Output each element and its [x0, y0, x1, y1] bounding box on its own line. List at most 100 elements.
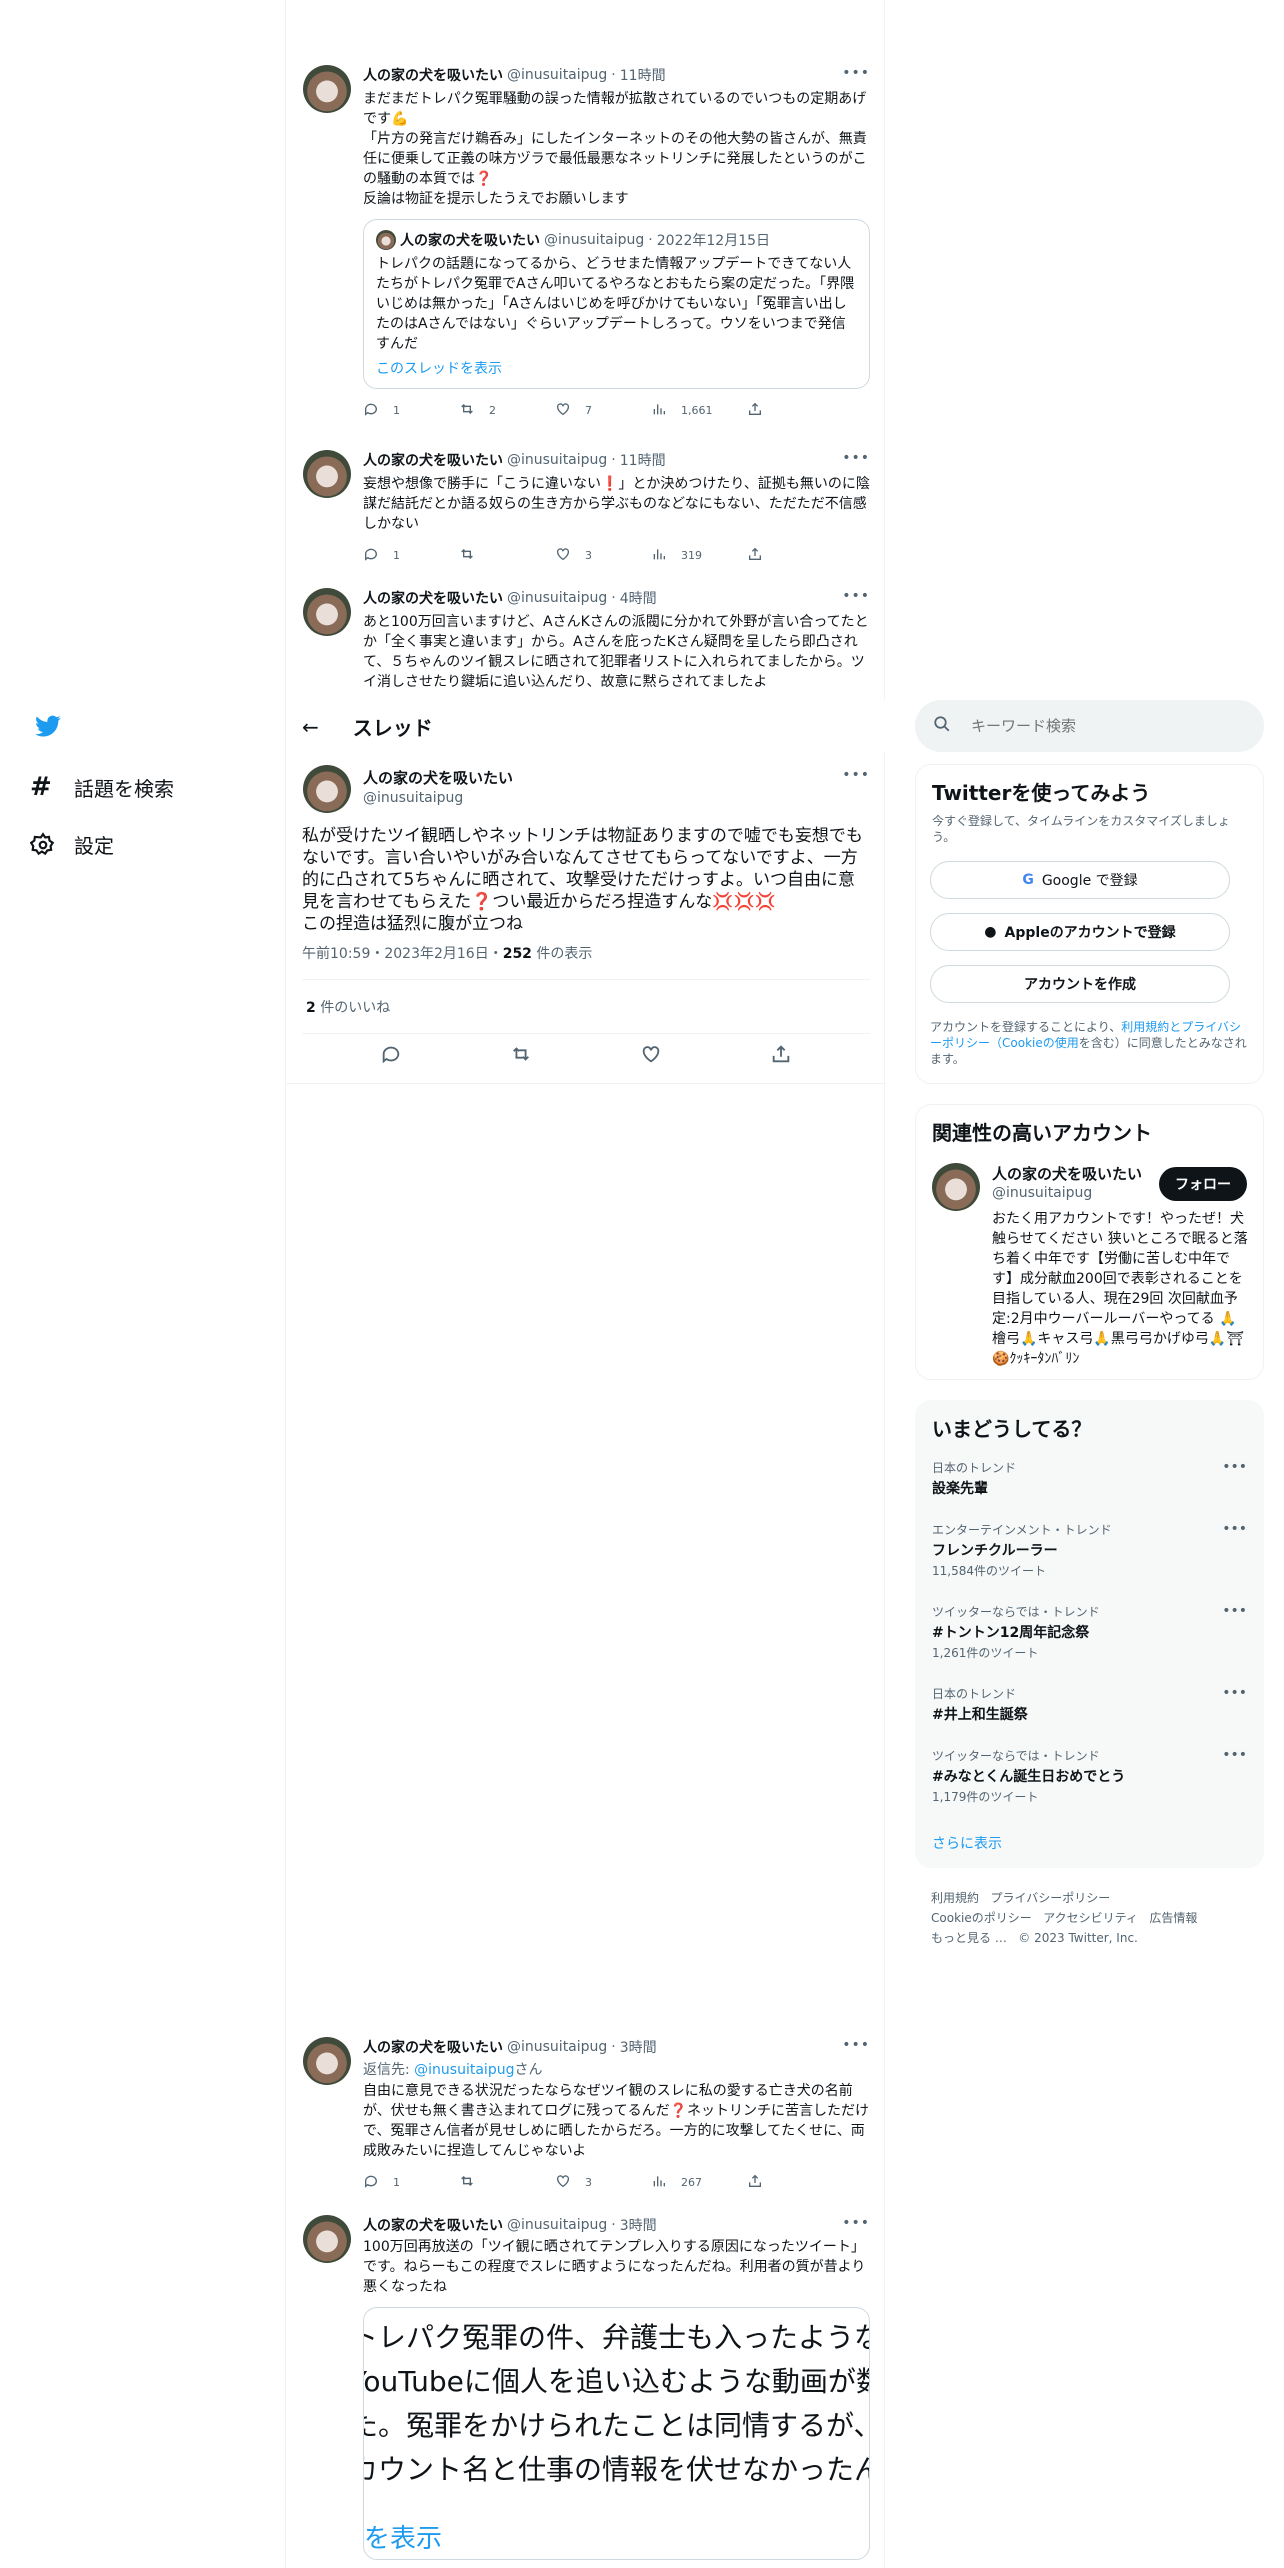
author-handle[interactable]: @inusuitaipug	[507, 590, 607, 606]
footer-privacy-link[interactable]: プライバシーポリシー	[990, 1891, 1110, 1905]
views-button[interactable]: 319	[651, 546, 747, 565]
chart-icon	[651, 546, 667, 565]
show-more-link[interactable]: さらに表示	[932, 1833, 1002, 1853]
reply-to-handle[interactable]: @inusuitaipug	[414, 2062, 514, 2078]
views-button[interactable]: 267	[651, 2173, 747, 2192]
avatar[interactable]	[303, 2037, 351, 2085]
tweet-time[interactable]: 3時間	[620, 2037, 657, 2057]
share-button[interactable]	[747, 401, 843, 420]
main-tweet-actions	[286, 1043, 886, 1069]
like-button[interactable]: 3	[555, 2173, 651, 2192]
follow-button[interactable]: フォロー	[1159, 1167, 1247, 1201]
reply-count: 1	[393, 2176, 400, 2189]
trend-item[interactable]: 日本のトレンド #井上和生誕祭 •••	[932, 1685, 1247, 1724]
author-handle[interactable]: @inusuitaipug	[507, 67, 607, 83]
views-button[interactable]: 1,661	[651, 401, 747, 420]
author-name[interactable]: 人の家の犬を吸いたい	[992, 1163, 1142, 1184]
trend-item[interactable]: エンターテインメント・トレンド フレンチクルーラー 11,584件のツイート •…	[932, 1521, 1247, 1579]
author-handle[interactable]: @inusuitaipug	[363, 790, 513, 806]
heart-icon[interactable]	[640, 1043, 662, 1069]
author-name[interactable]: 人の家の犬を吸いたい	[363, 65, 503, 85]
tweet-time[interactable]: 11時間	[620, 450, 666, 470]
tweet-time[interactable]: 3時間	[620, 2215, 657, 2235]
google-signup-button[interactable]: G Google で登録	[930, 861, 1230, 899]
views-label: 件の表示	[531, 946, 593, 962]
like-button[interactable]: 7	[555, 401, 651, 420]
trend-name: 設楽先輩	[932, 1481, 988, 1497]
card-line: た。冤罪をかけられたことは同情するが、n	[363, 2409, 870, 2442]
back-arrow-icon[interactable]: ←	[302, 715, 319, 739]
signup-desc: 今すぐ登録して、タイムラインをカスタマイズしましょう。	[932, 814, 1230, 844]
reply-button[interactable]: 1	[363, 2173, 459, 2192]
tweet-actions: 1 3 267	[363, 2173, 870, 2192]
show-thread-link[interactable]: このスレッドを表示	[376, 358, 857, 378]
search-box[interactable]	[915, 700, 1264, 752]
avatar[interactable]	[303, 588, 351, 636]
trend-item[interactable]: ツイッターならでは・トレンド #みなとくん誕生日おめでとう 1,179件のツイー…	[932, 1747, 1247, 1805]
more-icon[interactable]: •••	[842, 767, 870, 783]
tweet-item[interactable]: ••• 人の家の犬を吸いたい @inusuitaipug · 4時間 あと100…	[286, 578, 886, 700]
like-button[interactable]: 3	[555, 546, 651, 565]
nav-settings-label: 設定	[74, 834, 114, 858]
reply-to-suffix: さん	[514, 2062, 543, 2078]
retweet-button[interactable]	[459, 546, 555, 565]
more-icon[interactable]: •••	[1222, 1685, 1247, 1701]
avatar[interactable]	[932, 1163, 980, 1211]
share-button[interactable]	[747, 546, 843, 565]
create-account-button[interactable]: アカウントを作成	[930, 965, 1230, 1003]
author-name[interactable]: 人の家の犬を吸いたい	[363, 767, 513, 788]
reply-button[interactable]: 1	[363, 546, 459, 565]
retweet-button[interactable]	[459, 2173, 555, 2192]
avatar[interactable]	[303, 450, 351, 498]
trend-item[interactable]: ツイッターならでは・トレンド #トントン12周年記念祭 1,261件のツイート …	[932, 1603, 1247, 1661]
tweet-actions: 1 2 7 1,661	[363, 401, 870, 420]
views-count: 267	[681, 2176, 702, 2189]
footer-more-link[interactable]: もっと見る …	[931, 1931, 1007, 1945]
author-name[interactable]: 人の家の犬を吸いたい	[363, 2215, 503, 2235]
footer-terms-link[interactable]: 利用規約	[931, 1891, 979, 1905]
author-handle[interactable]: @inusuitaipug	[507, 2217, 607, 2233]
twitter-logo-icon[interactable]	[33, 713, 63, 743]
trend-meta: 日本のトレンド	[932, 1687, 1017, 1701]
footer-cookie-link[interactable]: Cookieのポリシー	[931, 1911, 1032, 1925]
avatar[interactable]	[303, 2215, 351, 2263]
nav-explore-label: 話題を検索	[74, 776, 174, 801]
reply-to-label: 返信先:	[363, 2062, 415, 2078]
quote-image-card[interactable]: トレパク冤罪の件、弁護士も入ったようなの YouTubeに個人を追い込むような動…	[363, 2307, 870, 2560]
footer-accessibility-link[interactable]: アクセシビリティ	[1043, 1911, 1138, 1925]
nav-settings[interactable]: 設定	[29, 830, 114, 859]
author-name[interactable]: 人の家の犬を吸いたい	[363, 2037, 503, 2057]
avatar[interactable]	[303, 765, 351, 813]
share-button[interactable]	[747, 2173, 843, 2192]
footer-ads-link[interactable]: 広告情報	[1149, 1911, 1197, 1925]
author-name[interactable]: 人の家の犬を吸いたい	[363, 450, 503, 470]
more-icon[interactable]: •••	[1222, 1747, 1247, 1763]
card-line: カウント名と仕事の情報を伏せなかったんだ。	[363, 2453, 869, 2486]
trend-meta: 日本のトレンド	[932, 1461, 1017, 1475]
more-icon[interactable]: •••	[1222, 1521, 1247, 1537]
retweet-icon[interactable]	[510, 1043, 532, 1069]
reply-icon[interactable]	[380, 1043, 402, 1069]
more-icon[interactable]: •••	[1222, 1459, 1247, 1475]
avatar[interactable]	[303, 65, 351, 113]
author-handle[interactable]: @inusuitaipug	[507, 2039, 607, 2055]
quote-tweet[interactable]: 人の家の犬を吸いたい @inusuitaipug · 2022年12月15日 ト…	[363, 219, 870, 389]
author-handle[interactable]: @inusuitaipug	[992, 1185, 1092, 1201]
tweet-time[interactable]: 4時間	[620, 588, 657, 608]
trend-item[interactable]: 日本のトレンド 設楽先輩 •••	[932, 1459, 1247, 1498]
author-handle[interactable]: @inusuitaipug	[507, 452, 607, 468]
timestamp-text[interactable]: 午前10:59・2023年2月16日・	[302, 946, 503, 962]
tweet-time[interactable]: 11時間	[620, 65, 666, 85]
nav-explore[interactable]: # 話題を検索	[30, 772, 174, 802]
likes-summary[interactable]: 2 件のいいね	[306, 997, 390, 1017]
card-line: YouTubeに個人を追い込むような動画が数	[363, 2365, 870, 2398]
reply-button[interactable]: 1	[363, 401, 459, 420]
apple-signup-button[interactable]: ● Appleのアカウントで登録	[930, 913, 1230, 951]
retweet-button[interactable]: 2	[459, 401, 555, 420]
signup-title: Twitterを使ってみよう	[932, 781, 1151, 805]
search-input[interactable]	[971, 717, 1231, 735]
share-icon[interactable]	[770, 1043, 792, 1069]
author-name[interactable]: 人の家の犬を吸いたい	[363, 588, 503, 608]
more-icon[interactable]: •••	[1222, 1603, 1247, 1619]
card-show-link[interactable]: を表示	[364, 2518, 442, 2555]
